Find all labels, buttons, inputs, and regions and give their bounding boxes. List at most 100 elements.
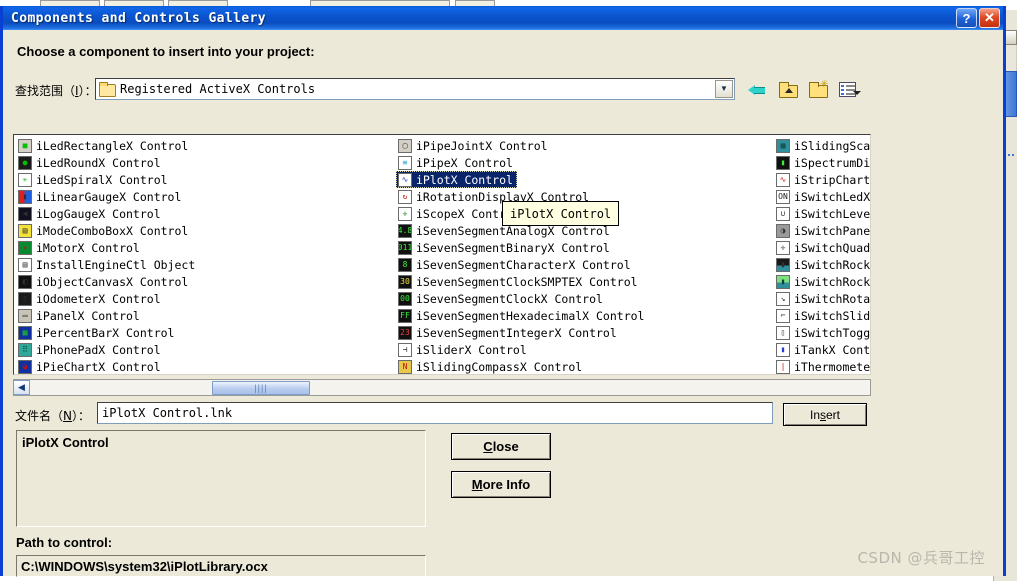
folder-icon	[99, 82, 116, 97]
list-item[interactable]: NiSlidingCompassX Control	[396, 358, 774, 374]
list-item[interactable]: | iThermometer	[774, 358, 871, 374]
list-item[interactable]: ✛ iSwitchQuadX	[774, 239, 871, 256]
description-box: iPlotX Control	[16, 430, 426, 527]
views-menu-icon[interactable]	[837, 79, 861, 99]
list-item-label: iSwitchRotar	[794, 291, 871, 306]
list-item[interactable]: ▮ iSwitchRocke	[774, 273, 871, 290]
odometer-icon: ▯	[18, 291, 32, 306]
rotation-display-icon: ↻	[398, 189, 412, 204]
led-round-icon: ●	[18, 155, 32, 170]
list-item[interactable]: ∿ iStripChartX	[774, 171, 871, 188]
list-item-label: iStripChartX	[794, 172, 871, 187]
more-info-button[interactable]: More Info	[451, 471, 551, 498]
list-item[interactable]: ↘ iSwitchRotar	[774, 290, 871, 307]
list-item-label: iThermometer	[794, 359, 871, 374]
list-item[interactable]: ▮ iTankX Contr	[774, 341, 870, 358]
list-item-label: iSwitchLever	[794, 206, 871, 221]
strip-chart-icon: ∿	[776, 172, 790, 187]
list-item[interactable]: ◧ iObjectCanvasX Control	[16, 273, 396, 290]
list-item[interactable]: ◑ iSwitchPanel	[774, 222, 870, 239]
csdn-watermark: CSDN @兵哥工控	[857, 549, 985, 567]
insert-button[interactable]: In s ert	[783, 403, 867, 426]
list-item[interactable]: 30 iSevenSegmentClockSMPTEX Control	[396, 273, 774, 290]
list-item[interactable]: ⌐ iSwitchSlide	[774, 307, 870, 324]
scroll-left-button[interactable]: ◀	[13, 380, 30, 395]
list-item[interactable]: ▮ iSwitchRocke	[774, 256, 870, 273]
list-item-label: InstallEngineCtl Object	[36, 257, 196, 272]
list-item-label: iPanelX Control	[36, 308, 140, 323]
create-new-folder-icon[interactable]: ✳	[807, 79, 828, 99]
list-item[interactable]: ⊣ iSliderX Control	[396, 341, 774, 358]
file-name-label-accel: N	[63, 409, 73, 423]
switch-toggle-icon: ▯	[776, 325, 790, 340]
pipe-joint-icon: ▢	[398, 138, 412, 153]
list-item-label: iSwitchRocke	[794, 274, 871, 289]
pipe-icon: ≡	[398, 155, 412, 170]
list-item[interactable]: ✳ iLedSpiralX Control	[16, 171, 396, 188]
list-item-label: iLedRoundX Control	[36, 155, 161, 170]
list-item-label: iSevenSegmentHexadecimalX Control	[416, 308, 645, 323]
look-in-label-prefix: 查找范围	[15, 84, 64, 98]
help-button[interactable]: ?	[956, 8, 977, 28]
list-item[interactable]: ▮ iLinearGaugeX Control	[16, 188, 396, 205]
list-item-label: iSliderX Control	[416, 342, 527, 357]
file-name-label: 文件名（N）：	[15, 409, 91, 423]
switch-panel-icon: ◑	[776, 223, 790, 238]
thermometer-icon: |	[776, 359, 790, 374]
list-item-label: iPipeJointX Control	[416, 138, 548, 153]
seven-segment-integer-icon: 23	[398, 325, 412, 340]
list-item[interactable]: ◕ iPieChartX Control	[16, 358, 396, 374]
list-item[interactable]: ◀ iLogGaugeX Control	[16, 205, 396, 222]
list-item[interactable]: ▤ iModeComboBoxX Control	[16, 222, 396, 239]
close-button[interactable]: Close	[451, 433, 551, 460]
up-one-level-icon[interactable]	[777, 79, 798, 99]
close-label-accel: C	[483, 439, 493, 454]
list-item[interactable]: ■ iLedRectangleX Control	[16, 137, 396, 154]
list-item[interactable]: ⠿ iPhonePadX Control	[16, 341, 396, 358]
scroll-thumb[interactable]: ||||	[212, 380, 310, 395]
list-item[interactable]: ▯ iSwitchToggl	[774, 324, 870, 341]
list-item[interactable]: 011 iSevenSegmentBinaryX Control	[396, 239, 774, 256]
list-item[interactable]: ▢ iPipeJointX Control	[396, 137, 774, 154]
list-item[interactable]: ▦ iSlidingScal	[774, 137, 870, 154]
list-item[interactable]: ✦ iMotorX Control	[16, 239, 396, 256]
list-item[interactable]: ≡ iPipeX Control	[396, 154, 774, 171]
component-list[interactable]: ■ iLedRectangleX Control ● iLedRoundX Contr…	[13, 134, 871, 375]
object-canvas-icon: ◧	[18, 274, 32, 289]
chevron-down-icon[interactable]: ▼	[715, 80, 733, 98]
list-item-label: iSwitchQuadX	[794, 240, 871, 255]
led-rectangle-icon: ■	[18, 138, 32, 153]
list-item[interactable]: ▭ iPanelX Control	[16, 307, 396, 324]
list-item[interactable]: 00 iSevenSegmentClockX Control	[396, 290, 774, 307]
seven-segment-hex-icon: FF	[398, 308, 412, 323]
look-in-combobox[interactable]: Registered ActiveX Controls ▼	[95, 78, 735, 100]
list-item[interactable]: FF iSevenSegmentHexadecimalX Control	[396, 307, 774, 324]
more-info-label-post: ore Info	[482, 477, 531, 492]
list-item[interactable]: 8 iSevenSegmentCharacterX Control	[396, 256, 774, 273]
sliding-scale-icon: ▦	[776, 138, 790, 153]
list-item[interactable]: ● iLedRoundX Control	[16, 154, 396, 171]
phone-pad-icon: ⠿	[18, 342, 32, 357]
list-item[interactable]: 23 iSevenSegmentIntegerX Control	[396, 324, 774, 341]
file-name-input[interactable]: iPlotX Control.lnk	[97, 402, 773, 424]
description-text: iPlotX Control	[22, 435, 109, 450]
list-item-label: iMotorX Control	[36, 240, 140, 255]
window-controls: ? ✕	[956, 8, 1000, 28]
back-arrow-icon[interactable]	[747, 79, 768, 99]
list-item[interactable]: ∪ iSwitchLever	[774, 205, 871, 222]
spectrum-display-icon: ▮	[776, 155, 790, 170]
list-item[interactable]: ▤ InstallEngineCtl Object	[16, 256, 396, 273]
list-item[interactable]: ▦ iPercentBarX Control	[16, 324, 396, 341]
linear-gauge-icon: ▮	[18, 189, 32, 204]
list-item-label: iLedRectangleX Control	[36, 138, 189, 153]
window-title: Components and Controls Gallery	[11, 10, 267, 26]
close-window-button[interactable]: ✕	[979, 8, 1000, 28]
switch-slide-icon: ⌐	[776, 308, 790, 323]
list-item[interactable]: ON iSwitchLedX	[774, 188, 870, 205]
seven-segment-clock-smpte-icon: 30	[398, 274, 412, 289]
list-item[interactable]: ∿ iPlotX Control	[396, 171, 517, 188]
list-item[interactable]: ▯ iOdometerX Control	[16, 290, 396, 307]
list-horizontal-scrollbar[interactable]: ◀ ||||	[13, 379, 871, 396]
insert-label-pre: In	[809, 407, 820, 422]
list-item[interactable]: ▮ iSpectrumDis	[774, 154, 870, 171]
